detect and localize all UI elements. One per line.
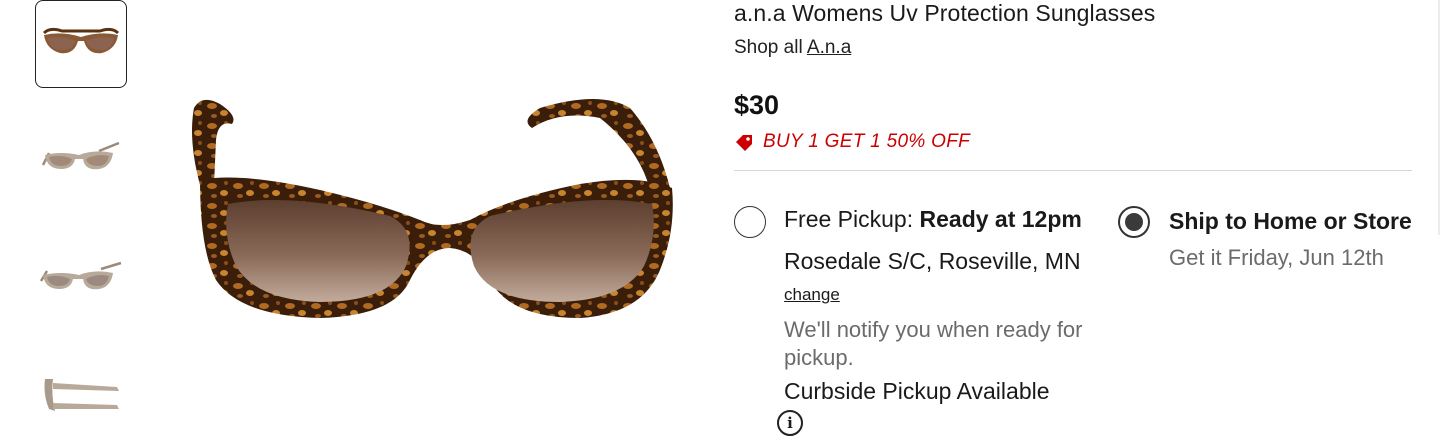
thumbnail-front[interactable] [35, 0, 127, 88]
thumbnail-angle-2[interactable] [35, 235, 127, 323]
pickup-notify-text: We'll notify you when ready for pickup. [784, 317, 1083, 370]
curbside-text: Curbside Pickup Available [784, 378, 1050, 404]
thumbnail-angle[interactable] [35, 115, 127, 203]
sunglasses-side-thumb-icon [44, 379, 119, 411]
shop-all-brand: Shop all A.n.a [734, 37, 851, 59]
product-title: a.n.a Womens Uv Protection Sunglasses [734, 0, 1156, 26]
promo-text: BUY 1 GET 1 50% OFF [763, 131, 971, 152]
pickup-ready-time: Ready at 12pm [919, 206, 1082, 232]
ship-radio[interactable] [1118, 206, 1150, 238]
price-tag-icon [736, 135, 752, 151]
change-store-link[interactable]: change [784, 285, 840, 305]
pickup-radio[interactable] [734, 206, 766, 238]
sunglasses-angle2-thumb-icon [39, 261, 122, 290]
shop-all-prefix: Shop all [734, 37, 803, 58]
pickup-label: Free Pickup: Ready at 12pm [784, 206, 1082, 233]
sunglasses-front-thumb-icon [42, 27, 120, 54]
brand-link[interactable]: A.n.a [807, 37, 851, 58]
info-icon[interactable]: i [777, 410, 803, 436]
sunglasses-angle-thumb-icon [41, 141, 120, 170]
divider [734, 170, 1412, 171]
sunglasses-main-icon [192, 99, 673, 318]
product-price: $30 [734, 90, 780, 120]
pickup-label-prefix: Free Pickup: [784, 206, 914, 232]
pickup-store: Rosedale S/C, Roseville, MN [784, 248, 1081, 274]
main-product-image [180, 80, 690, 330]
thumbnail-side[interactable] [35, 350, 127, 438]
ship-title: Ship to Home or Store [1169, 208, 1412, 234]
panel-edge [1438, 0, 1440, 235]
ship-delivery-date: Get it Friday, Jun 12th [1169, 245, 1384, 270]
promo-badge[interactable]: BUY 1 GET 1 50% OFF [734, 131, 970, 153]
